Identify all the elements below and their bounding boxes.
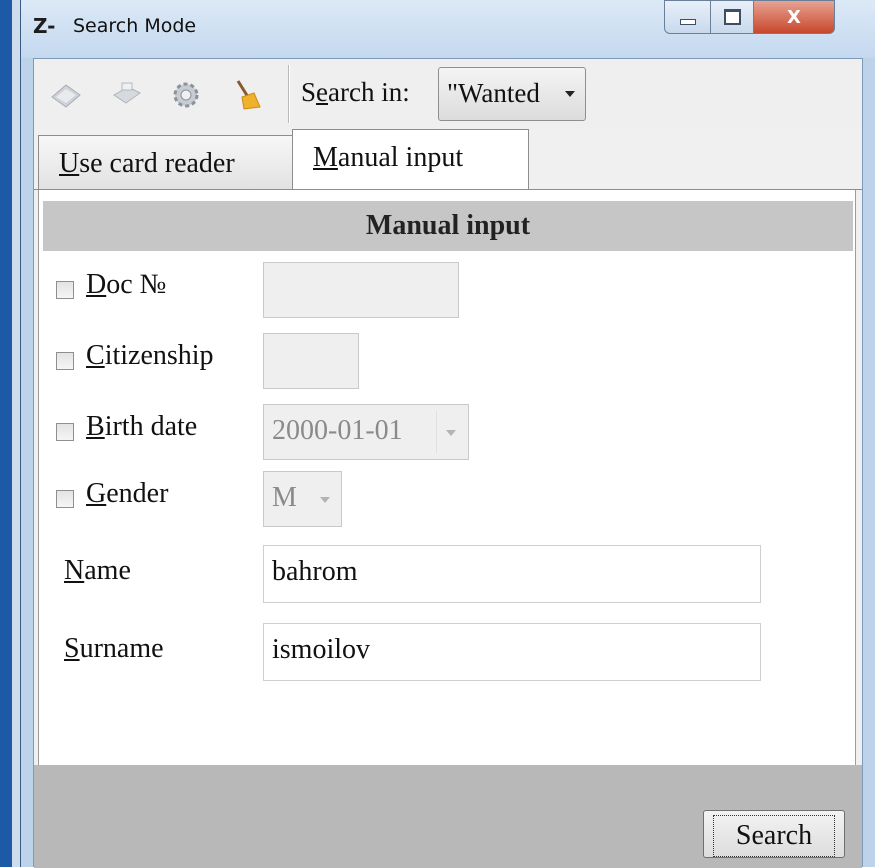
citizenship-checkbox[interactable]: [56, 352, 74, 370]
card-reader-icon[interactable]: [48, 77, 84, 113]
birth-date-value: 2000-01-01: [272, 415, 403, 446]
birth-date-label: Birth date: [86, 411, 198, 442]
surname-value: ismoilov: [272, 634, 371, 665]
maximize-icon: [723, 9, 741, 25]
panel-header: Manual input: [43, 201, 853, 251]
name-label: Name: [64, 555, 131, 586]
broom-clear-icon[interactable]: [228, 77, 264, 113]
window-title: Search Mode: [73, 15, 197, 37]
close-button[interactable]: X: [753, 0, 835, 34]
gender-value: M: [272, 482, 297, 513]
minimize-icon: [679, 19, 696, 25]
citizenship-field[interactable]: [263, 333, 359, 389]
close-icon: X: [787, 6, 801, 28]
birth-date-picker[interactable]: 2000-01-01: [263, 404, 469, 460]
background-window-edge: [0, 0, 12, 867]
citizenship-label: Citizenship: [86, 340, 214, 371]
background-window-edge-light: [12, 0, 20, 867]
minimize-button[interactable]: [664, 0, 711, 34]
search-button[interactable]: Search: [703, 810, 845, 858]
chevron-down-icon[interactable]: [446, 430, 456, 436]
settings-gear-icon[interactable]: [168, 77, 204, 113]
gender-label: Gender: [86, 478, 169, 509]
maximize-button[interactable]: [710, 0, 754, 34]
manual-input-panel: Manual input Doc № Citizenship Birth dat…: [38, 190, 856, 765]
footer-bar: Search: [34, 765, 862, 868]
title-bar[interactable]: Z- Search Mode X: [21, 0, 875, 58]
surname-input[interactable]: ismoilov: [263, 623, 761, 681]
doc-no-label: Doc №: [86, 269, 167, 300]
tab-use-card-reader[interactable]: Use card reader: [38, 135, 294, 189]
chevron-down-icon: [320, 497, 330, 503]
search-in-label: Search in:: [301, 77, 410, 107]
doc-no-checkbox[interactable]: [56, 281, 74, 299]
gender-dropdown[interactable]: M: [263, 471, 342, 527]
tab-manual-input[interactable]: Manual input: [292, 129, 529, 190]
client-area: Search in: "Wanted Use card reader Manua…: [33, 58, 863, 868]
gender-checkbox[interactable]: [56, 490, 74, 508]
chevron-down-icon: [565, 91, 575, 97]
toolbar: Search in: "Wanted: [34, 59, 862, 129]
printer-icon[interactable]: [108, 77, 144, 113]
app-logo-icon: Z-: [33, 14, 56, 38]
search-mode-window: Z- Search Mode X Search in: "Wanted Use …: [20, 0, 875, 868]
birth-date-checkbox[interactable]: [56, 423, 74, 441]
tab-strip: Use card reader Manual input: [34, 129, 862, 190]
doc-no-field[interactable]: [263, 262, 459, 318]
surname-label: Surname: [64, 633, 164, 664]
toolbar-separator: [288, 65, 290, 123]
birth-date-separator: [436, 411, 437, 453]
name-value: bahrom: [272, 556, 358, 587]
search-in-value: "Wanted: [447, 78, 540, 108]
search-in-dropdown[interactable]: "Wanted: [438, 67, 586, 121]
name-input[interactable]: bahrom: [263, 545, 761, 603]
